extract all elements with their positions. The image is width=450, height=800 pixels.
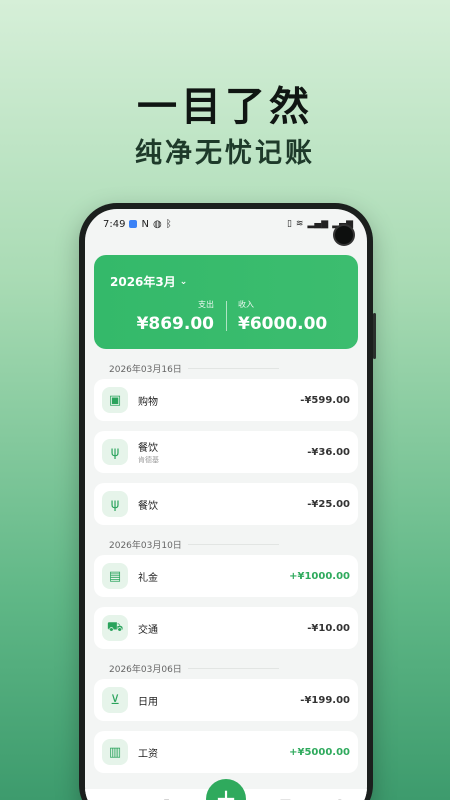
dining-icon: ψ bbox=[102, 439, 128, 465]
item-category: 交通 bbox=[138, 624, 158, 636]
car-icon: ⛟ bbox=[102, 615, 128, 641]
wifi-icon: ≋ bbox=[295, 219, 304, 229]
front-camera bbox=[333, 224, 355, 246]
dining-icon: ψ bbox=[102, 491, 128, 517]
item-amount: +¥1000.00 bbox=[289, 570, 350, 582]
item-category: 餐饮 bbox=[138, 500, 158, 512]
date-header: 2026年03月06日 bbox=[85, 649, 367, 675]
home-icon[interactable]: ⌂ bbox=[97, 797, 127, 800]
app-screen: 7:49 N ◍ ᛒ ▯ ≋ ▂▄▆ ▂▄▆ 2026年3月 ⌄ 支出 bbox=[85, 209, 367, 800]
list-item[interactable]: ψ 餐饮 肯德基 -¥36.00 bbox=[94, 431, 358, 473]
item-amount: +¥5000.00 bbox=[289, 746, 350, 758]
item-category: 礼金 bbox=[138, 572, 158, 584]
cart-icon: ⊻ bbox=[102, 687, 128, 713]
bottom-tab-bar: ⌂ ▮ + ▤ ● bbox=[85, 779, 367, 800]
signal-icon: ▂▄▆ bbox=[307, 219, 329, 229]
list-item[interactable]: ⛟ 交通 -¥10.00 bbox=[94, 607, 358, 649]
wallet-icon: ▤ bbox=[102, 563, 128, 589]
add-record-button[interactable]: + bbox=[205, 779, 246, 800]
list-item[interactable]: ⊻ 日用 -¥199.00 bbox=[94, 679, 358, 721]
shopping-bag-icon: ▣ bbox=[102, 387, 128, 413]
item-category: 日用 bbox=[138, 696, 158, 708]
wallet-icon[interactable]: ▤ bbox=[270, 797, 300, 800]
list-item[interactable]: ψ 餐饮 -¥25.00 bbox=[94, 483, 358, 525]
item-amount: -¥10.00 bbox=[307, 622, 350, 634]
cash-icon: ▥ bbox=[102, 739, 128, 765]
item-category: 餐饮 bbox=[138, 443, 158, 454]
expense-label: 支出 bbox=[198, 300, 214, 309]
list-item[interactable]: ▥ 工资 +¥5000.00 bbox=[94, 731, 358, 773]
bluetooth-icon: ᛒ bbox=[165, 218, 172, 230]
income-total: 收入 ¥6000.00 bbox=[226, 299, 358, 334]
hero-subtitle: 纯净无忧记账 bbox=[135, 138, 315, 169]
summary-divider bbox=[226, 301, 227, 331]
item-amount: -¥36.00 bbox=[307, 446, 350, 458]
nfc-icon: N bbox=[141, 218, 149, 230]
list-item[interactable]: ▤ 礼金 +¥1000.00 bbox=[94, 555, 358, 597]
phone-frame: 7:49 N ◍ ᛒ ▯ ≋ ▂▄▆ ▂▄▆ 2026年3月 ⌄ 支出 bbox=[79, 203, 376, 800]
summary-card: 2026年3月 ⌄ 支出 ¥869.00 收入 ¥6000.00 bbox=[94, 255, 358, 349]
chevron-down-icon: ⌄ bbox=[179, 276, 188, 287]
vibrate-icon: ▯ bbox=[286, 219, 292, 229]
expense-total: 支出 ¥869.00 bbox=[94, 299, 226, 334]
expense-value: ¥869.00 bbox=[136, 314, 214, 334]
item-note: 肯德基 bbox=[138, 456, 159, 464]
profile-icon[interactable]: ● bbox=[325, 797, 355, 800]
notification-icon bbox=[129, 220, 138, 228]
item-category: 购物 bbox=[138, 396, 158, 408]
status-bar: 7:49 N ◍ ᛒ ▯ ≋ ▂▄▆ ▂▄▆ bbox=[85, 209, 367, 239]
status-time: 7:49 bbox=[103, 218, 126, 230]
item-amount: -¥199.00 bbox=[300, 694, 350, 706]
date-header: 2026年03月10日 bbox=[85, 525, 367, 551]
date-header: 2026年03月16日 bbox=[85, 349, 367, 375]
list-item[interactable]: ▣ 购物 -¥599.00 bbox=[94, 379, 358, 421]
month-label: 2026年3月 bbox=[110, 275, 176, 289]
hero-title: 一目了然 bbox=[137, 84, 313, 130]
silent-icon: ◍ bbox=[152, 218, 162, 230]
month-selector[interactable]: 2026年3月 ⌄ bbox=[110, 273, 187, 290]
income-label: 收入 bbox=[238, 300, 254, 309]
income-value: ¥6000.00 bbox=[238, 314, 328, 334]
chart-icon[interactable]: ▮ bbox=[152, 797, 182, 800]
item-category: 工资 bbox=[138, 748, 158, 760]
item-amount: -¥25.00 bbox=[307, 498, 350, 510]
item-amount: -¥599.00 bbox=[300, 394, 350, 406]
